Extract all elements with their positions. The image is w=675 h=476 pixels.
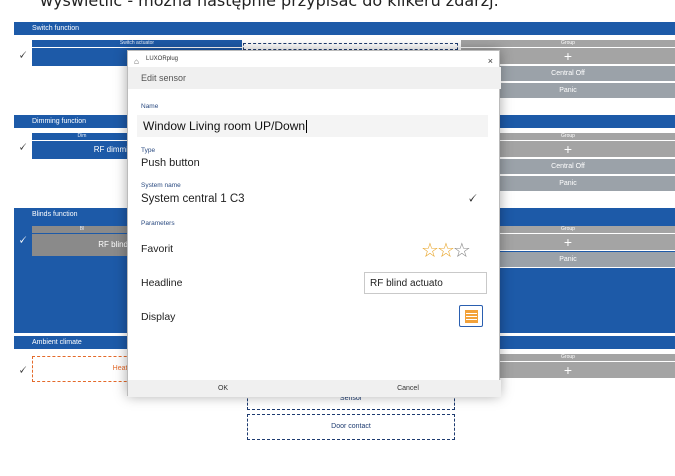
headline-label: Headline bbox=[141, 277, 183, 289]
star-icon[interactable]: ☆ bbox=[453, 238, 471, 262]
sensor-item-door-contact[interactable]: Door contact bbox=[247, 414, 455, 440]
favorit-rating[interactable]: ☆☆☆ bbox=[421, 238, 471, 262]
actuator-rf-blind[interactable]: RF blind bbox=[32, 234, 132, 256]
dialog-footer bbox=[128, 380, 501, 397]
headline-field[interactable] bbox=[364, 272, 487, 294]
type-label: Type bbox=[141, 147, 156, 154]
ok-button[interactable]: OK bbox=[203, 380, 243, 397]
bulb-icon[interactable]: 🗸 bbox=[18, 233, 27, 248]
star-icon[interactable]: ☆ bbox=[437, 238, 455, 262]
dialog-titlebar: ⌂ LUXORplug × bbox=[128, 51, 501, 67]
edit-sensor-dialog: ⌂ LUXORplug × Edit sensor Name Window Li… bbox=[127, 50, 501, 397]
page-caption: wyświetlić - można następnie przypisać d… bbox=[40, 0, 499, 10]
display-label: Display bbox=[141, 311, 176, 323]
name-field-value: Window Living room UP/Down bbox=[143, 119, 306, 133]
bulb-icon[interactable]: 🗸 bbox=[467, 189, 478, 207]
cancel-button[interactable]: Cancel bbox=[378, 380, 438, 397]
display-button[interactable] bbox=[459, 305, 483, 327]
actuator-heating[interactable]: Heati bbox=[32, 356, 142, 382]
dialog-header: Edit sensor bbox=[128, 67, 501, 89]
name-field[interactable]: Window Living room UP/Down bbox=[137, 115, 488, 137]
dialog-app-title: LUXORplug bbox=[146, 56, 179, 62]
actuator-rf-dimmer[interactable]: RF dimmi bbox=[32, 141, 132, 159]
bulb-icon[interactable]: 🗸 bbox=[18, 140, 27, 155]
section-title-switch: Switch function bbox=[14, 22, 675, 35]
system-name-value: System central 1 C3 bbox=[141, 193, 245, 205]
parameters-label: Parameters bbox=[141, 220, 175, 227]
bulb-icon[interactable]: 🗸 bbox=[18, 48, 27, 63]
bulb-icon[interactable]: 🗸 bbox=[18, 363, 27, 378]
favorit-label: Favorit bbox=[141, 243, 174, 255]
group-header: Group bbox=[461, 40, 675, 48]
system-name-label: System name bbox=[141, 182, 181, 189]
star-icon[interactable]: ☆ bbox=[421, 238, 439, 262]
actuator-header: Switch actuator bbox=[32, 40, 242, 47]
page: wyświetlić - można następnie przypisać d… bbox=[0, 0, 675, 476]
name-label: Name bbox=[141, 103, 159, 110]
actuator-header: Dim bbox=[32, 133, 132, 140]
sensor-drop-zone[interactable] bbox=[243, 43, 458, 50]
actuator-header: Bl bbox=[32, 226, 132, 233]
blinds-icon bbox=[465, 310, 478, 323]
text-cursor bbox=[306, 120, 308, 134]
type-value: Push button bbox=[141, 157, 200, 169]
